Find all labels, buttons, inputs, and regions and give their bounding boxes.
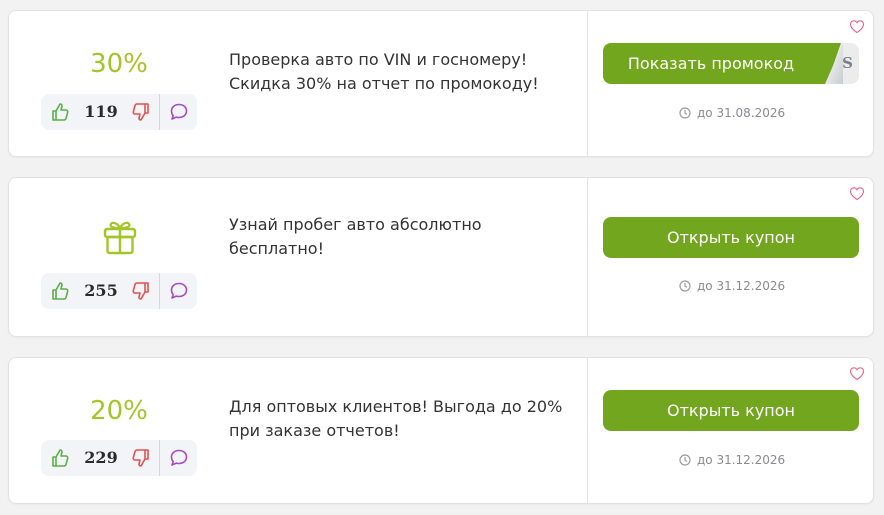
comment-icon[interactable]: [169, 102, 189, 122]
description-line: бесплатно!: [229, 239, 324, 258]
show-promocode-button[interactable]: S Показать промокод: [603, 43, 859, 84]
thumbs-up-icon[interactable]: [50, 448, 70, 468]
vote-count: 119: [84, 102, 118, 121]
description-line: Узнай пробег авто абсолютно: [229, 215, 482, 234]
heart-icon[interactable]: [849, 366, 865, 381]
card-divider: [587, 358, 588, 503]
vote-panel: 255: [41, 273, 197, 309]
coupon-card: 255 Узнай пробег авто абсолютно бесплатн…: [8, 177, 874, 337]
vote-panel: 229: [41, 440, 197, 476]
coupon-card: 30% 119 Проверка авто по VIN и госномеру…: [8, 10, 874, 157]
thumbs-down-icon[interactable]: [131, 102, 151, 122]
thumbs-up-icon[interactable]: [50, 281, 70, 301]
expiry-text: до 31.12.2026: [697, 279, 786, 293]
card-divider: [587, 178, 588, 336]
expiry-text: до 31.08.2026: [697, 106, 786, 120]
coupon-left: 30% 119: [9, 11, 229, 156]
show-promocode-label-area[interactable]: Показать промокод: [603, 43, 841, 84]
coupon-left: 20% 229: [9, 358, 229, 503]
expiry-text: до 31.12.2026: [697, 453, 786, 467]
clock-icon: [679, 280, 691, 292]
comment-icon[interactable]: [169, 281, 189, 301]
vote-divider: [159, 273, 160, 309]
description-line: Проверка авто по VIN и госномеру!: [229, 50, 528, 69]
comment-icon[interactable]: [169, 448, 189, 468]
open-coupon-button[interactable]: Открыть купон: [603, 390, 859, 431]
discount-value: 20%: [90, 396, 148, 426]
vote-count: 229: [84, 448, 118, 467]
thumbs-up-icon[interactable]: [50, 102, 70, 122]
card-divider: [587, 11, 588, 156]
heart-icon[interactable]: [849, 19, 865, 34]
open-coupon-button[interactable]: Открыть купон: [603, 217, 859, 258]
coupon-description: Проверка авто по VIN и госномеру! Скидка…: [229, 48, 579, 96]
vote-divider: [159, 94, 160, 130]
vote-count: 255: [84, 281, 118, 300]
button-label: Показать промокод: [627, 54, 795, 73]
vote-divider: [159, 440, 160, 476]
thumbs-down-icon[interactable]: [131, 448, 151, 468]
expiry-date: до 31.08.2026: [679, 105, 785, 121]
gift-icon: [103, 221, 137, 255]
coupon-left: 255: [9, 178, 229, 336]
heart-icon[interactable]: [849, 186, 865, 201]
coupon-description: Узнай пробег авто абсолютно бесплатно!: [229, 213, 579, 261]
clock-icon: [679, 454, 691, 466]
description-line: при заказе отчетов!: [229, 421, 400, 440]
coupon-description: Для оптовых клиентов! Выгода до 20% при …: [229, 395, 579, 443]
thumbs-down-icon[interactable]: [131, 281, 151, 301]
expiry-date: до 31.12.2026: [679, 452, 785, 468]
discount-value: 30%: [90, 49, 148, 79]
coupon-card: 20% 229 Для оптовых клиентов! Выгода до …: [8, 357, 874, 504]
expiry-date: до 31.12.2026: [679, 278, 785, 294]
promocode-hint: S: [842, 54, 853, 72]
description-line: Скидка 30% на отчет по промокоду!: [229, 74, 539, 93]
description-line: Для оптовых клиентов! Выгода до 20%: [229, 397, 563, 416]
clock-icon: [679, 107, 691, 119]
vote-panel: 119: [41, 94, 197, 130]
